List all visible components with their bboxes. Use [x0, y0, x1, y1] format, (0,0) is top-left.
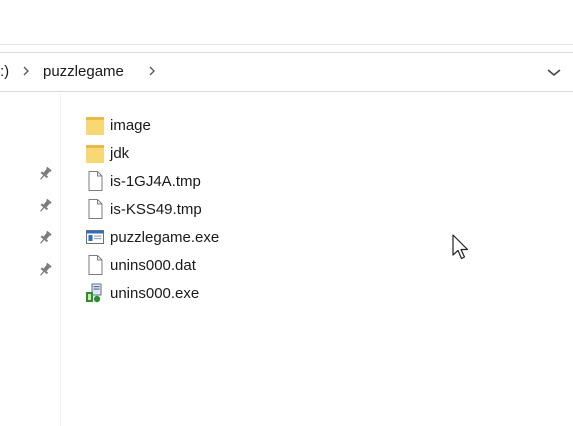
folder-icon — [86, 117, 104, 135]
folder-icon — [86, 145, 104, 163]
chevron-down-icon[interactable] — [543, 62, 565, 82]
list-item-folder[interactable]: jdk — [85, 140, 129, 166]
pin-icon[interactable] — [37, 230, 53, 246]
chevron-right-icon[interactable] — [146, 61, 158, 81]
pin-icon[interactable] — [37, 262, 53, 278]
list-item-folder[interactable]: image — [85, 112, 151, 138]
breadcrumb-folder[interactable]: puzzlegame — [43, 63, 124, 80]
application-icon — [86, 230, 104, 244]
list-item-file[interactable]: is-1GJ4A.tmp — [85, 168, 201, 194]
mouse-cursor-icon — [452, 234, 469, 260]
file-name: puzzlegame.exe — [110, 228, 220, 246]
ribbon-bottom-edge — [0, 44, 573, 45]
pin-icon[interactable] — [37, 198, 53, 214]
file-name: is-KSS49.tmp — [110, 200, 202, 218]
pin-icon[interactable] — [37, 166, 53, 182]
file-explorer-window: :) puzzlegame image jdk is-1GJ4A.tmp is-… — [0, 0, 573, 426]
file-icon — [88, 199, 103, 219]
address-bar[interactable]: :) puzzlegame — [0, 52, 573, 92]
list-item-file[interactable]: unins000.dat — [85, 252, 196, 278]
list-item-application[interactable]: puzzlegame.exe — [85, 224, 219, 250]
chevron-right-icon[interactable] — [20, 61, 32, 81]
list-item-file[interactable]: is-KSS49.tmp — [85, 196, 202, 222]
file-name: image — [110, 116, 151, 134]
installer-icon — [86, 283, 102, 303]
breadcrumb-drive[interactable]: :) — [0, 63, 9, 80]
file-icon — [88, 171, 103, 191]
file-name: jdk — [110, 144, 130, 162]
file-name: unins000.dat — [110, 256, 196, 274]
navigation-pane-divider — [60, 93, 61, 426]
list-item-installer[interactable]: unins000.exe — [85, 280, 199, 306]
file-icon — [88, 255, 103, 275]
file-name: is-1GJ4A.tmp — [110, 172, 201, 190]
file-name: unins000.exe — [110, 284, 200, 302]
